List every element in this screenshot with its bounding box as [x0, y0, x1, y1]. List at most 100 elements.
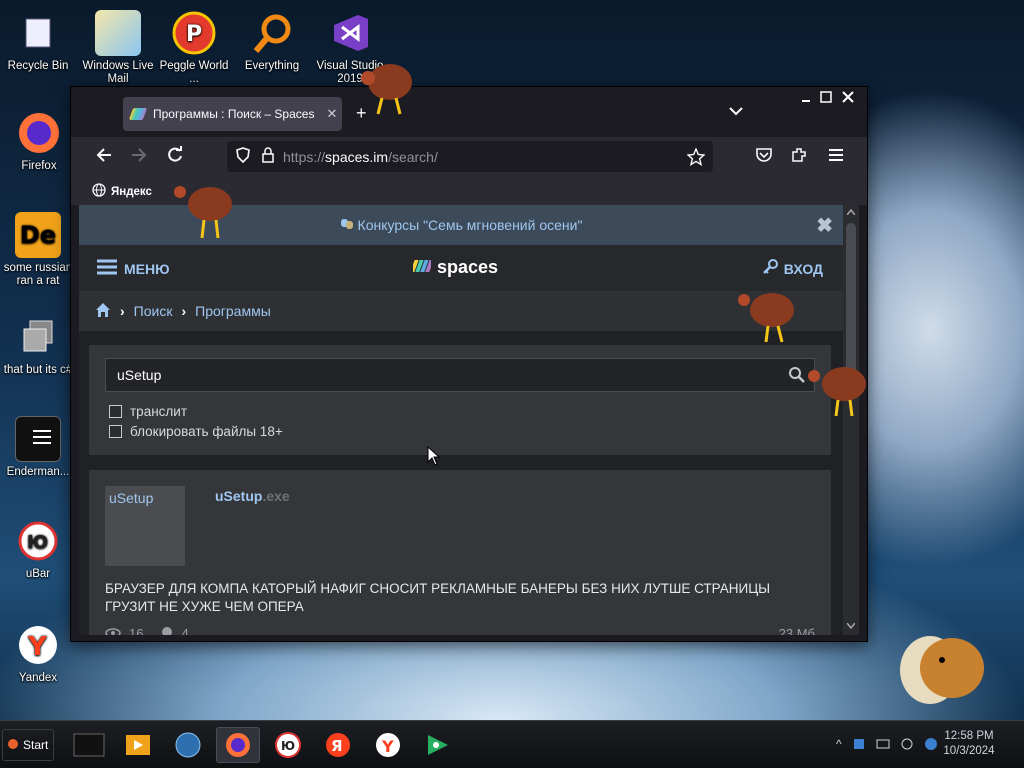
block-18-checkbox[interactable]: блокировать файлы 18+: [109, 424, 283, 439]
taskbar-clock[interactable]: 12:58 PM 10/3/2024: [934, 729, 1004, 759]
desktop-icon-recycle-bin[interactable]: Recycle Bin: [0, 10, 76, 73]
file-thumbnail[interactable]: uSetup: [105, 486, 185, 566]
pocket-icon[interactable]: [753, 146, 775, 168]
shield-icon[interactable]: [235, 147, 251, 166]
desktop-icon-yandex[interactable]: Y Yandex: [0, 622, 76, 685]
app-menu-icon[interactable]: [825, 146, 847, 168]
maximize-button[interactable]: [817, 91, 835, 106]
start-label: Start: [23, 738, 49, 752]
reload-icon[interactable]: [164, 146, 186, 168]
desktop-icon-label: Firefox: [21, 160, 57, 172]
tray-sound-icon[interactable]: [900, 737, 914, 754]
taskbar-terminal[interactable]: [66, 727, 112, 763]
turkey-sprite-icon: [174, 186, 232, 239]
tab-close-button[interactable]: ✕: [322, 106, 342, 122]
minimize-button[interactable]: [797, 91, 815, 105]
taskbar: Start Ю Я Y ^ 12:58 PM 10/3/2024: [0, 720, 1024, 768]
svg-text:Y: Y: [27, 632, 48, 662]
banner-close-button[interactable]: ✖: [816, 213, 833, 238]
breadcrumb-separator-icon: ›: [181, 303, 187, 319]
ubar-icon: Ю: [15, 518, 61, 564]
breadcrumb-search[interactable]: Поиск: [134, 303, 173, 319]
tray-network-icon[interactable]: [852, 737, 866, 754]
spaces-logo[interactable]: spaces: [410, 257, 498, 278]
spaces-favicon-icon: [128, 108, 148, 120]
recycle-bin-icon: [15, 10, 61, 56]
yandex-browser-icon: Y: [376, 733, 400, 757]
taskbar-yandex-red[interactable]: Я: [316, 727, 360, 763]
file-name-link[interactable]: uSetup.exe: [215, 488, 290, 504]
taskbar-media-player[interactable]: [116, 727, 160, 763]
svg-text:Я: Я: [331, 737, 343, 755]
game-launcher-icon: [428, 735, 448, 755]
de-icon: De: [15, 212, 61, 258]
svg-text:Ю: Ю: [27, 532, 48, 553]
login-button[interactable]: ВХОД: [762, 259, 823, 278]
desktop-icon-firefox[interactable]: Firefox: [1, 110, 77, 173]
ubar-icon: Ю: [275, 732, 301, 758]
breadcrumb: › Поиск › Программы: [79, 291, 843, 331]
firefox-icon: [16, 110, 62, 156]
taskbar-ubar[interactable]: Ю: [266, 727, 310, 763]
start-button[interactable]: Start: [2, 729, 54, 761]
lock-icon[interactable]: [261, 147, 275, 166]
desktop-icon-label: Recycle Bin: [7, 60, 69, 72]
desktop-icon-enderman[interactable]: Enderman...: [0, 416, 76, 479]
extensions-icon[interactable]: [788, 146, 810, 168]
close-window-button[interactable]: [839, 91, 857, 106]
tab-spaces[interactable]: Программы : Поиск – Spaces ✕: [123, 97, 342, 131]
desktop-icon-windows-live-mail[interactable]: Windows Live Mail: [80, 10, 156, 86]
desktop-icon-label: Peggle World ...: [159, 60, 229, 85]
tray-display-icon[interactable]: [876, 737, 890, 754]
system-tray: ^: [836, 737, 938, 754]
terminal-icon: [15, 416, 61, 462]
desktop-icon-label: that but its c#: [3, 364, 73, 376]
desktop-icon-rat[interactable]: De some russian ran a rat: [0, 212, 76, 288]
taskbar-yandex-browser[interactable]: Y: [366, 727, 410, 763]
desktop-icon-label: Windows Live Mail: [82, 60, 154, 85]
svg-text:Ю: Ю: [281, 739, 295, 753]
home-icon[interactable]: [95, 302, 111, 321]
taskbar-game[interactable]: [416, 727, 460, 763]
copy-icon: [15, 314, 61, 360]
checkbox-label: транслит: [130, 404, 188, 419]
desktop-icon-csharp[interactable]: that but its c#: [0, 314, 76, 377]
checkbox-label: блокировать файлы 18+: [130, 424, 283, 439]
navigation-toolbar: https://spaces.im/search/: [71, 137, 867, 177]
forward-arrow-icon[interactable]: [128, 146, 150, 168]
tray-expand-icon[interactable]: ^: [836, 737, 842, 754]
search-query[interactable]: uSetup: [117, 367, 161, 383]
desktop-icon-label: Yandex: [18, 672, 58, 684]
page-content: Конкурсы "Семь мгновений осени" ✖ МЕНЮ s…: [79, 205, 843, 635]
checkbox-box[interactable]: [109, 405, 122, 418]
start-orb-icon: [7, 738, 19, 753]
desktop-icon-ubar[interactable]: Ю uBar: [0, 518, 76, 581]
scrollbar-thumb[interactable]: [846, 223, 856, 373]
back-arrow-icon[interactable]: [93, 146, 115, 168]
mouse-cursor-icon: [427, 446, 441, 466]
search-input[interactable]: uSetup: [105, 358, 815, 392]
eye-icon: [105, 626, 121, 635]
taskbar-globe[interactable]: [166, 727, 210, 763]
result-item[interactable]: uSetup uSetup.exe БРАУЗЕР ДЛЯ КОМПА КАТО…: [89, 470, 831, 635]
banner-text[interactable]: Конкурсы "Семь мгновений осени": [358, 217, 583, 233]
file-size: 23 Мб: [778, 626, 815, 635]
svg-text:Y: Y: [381, 737, 394, 756]
address-bar[interactable]: https://spaces.im/search/: [227, 141, 713, 172]
bookmark-star-icon[interactable]: [686, 147, 706, 169]
file-name[interactable]: uSetup: [215, 488, 262, 504]
checkbox-box[interactable]: [109, 425, 122, 438]
taskbar-firefox[interactable]: [216, 727, 260, 763]
bookmark-yandex[interactable]: Яндекс: [92, 183, 152, 200]
url-path: /search/: [388, 148, 438, 165]
desktop-icon-label: some russian ran a rat: [3, 262, 73, 287]
tab-strip: Программы : Поиск – Spaces ✕ +: [71, 87, 867, 133]
desktop-icon-everything[interactable]: Everything: [234, 10, 310, 73]
menu-button[interactable]: МЕНЮ: [97, 259, 170, 278]
list-tabs-chevron-icon[interactable]: [729, 105, 743, 119]
desktop-icon-label: uBar: [25, 568, 51, 580]
breadcrumb-programs[interactable]: Программы: [195, 303, 271, 319]
desktop-icon-peggle[interactable]: P Peggle World ...: [156, 10, 232, 86]
thumbnail-text: uSetup: [109, 490, 154, 506]
translit-checkbox[interactable]: транслит: [109, 404, 187, 419]
